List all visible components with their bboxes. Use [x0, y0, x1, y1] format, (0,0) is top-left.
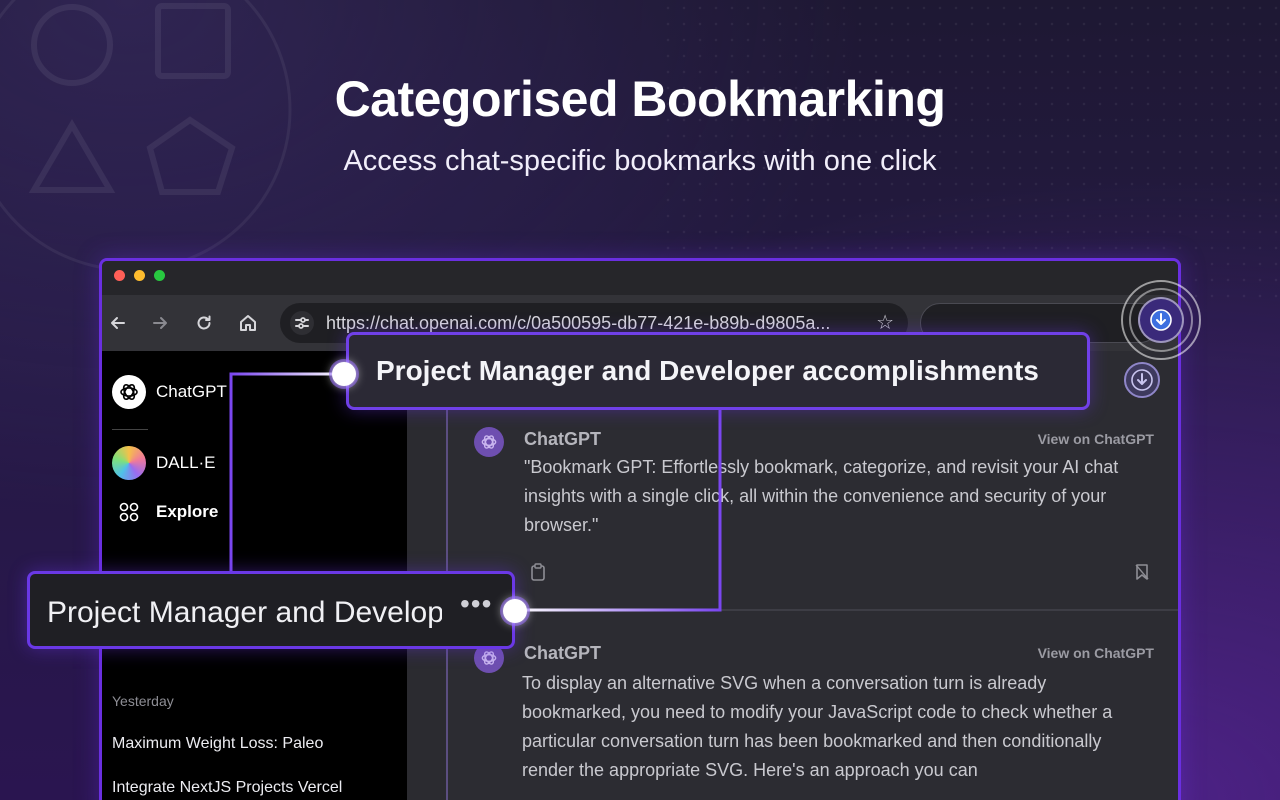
- close-window-button[interactable]: [114, 270, 125, 281]
- sidebar-item-chatgpt[interactable]: ChatGPT: [112, 375, 227, 409]
- extension-ring-inner: [1129, 288, 1193, 352]
- sidebar-chat-item[interactable]: Maximum Weight Loss: Paleo: [112, 735, 402, 753]
- maximize-window-button[interactable]: [154, 270, 165, 281]
- hero-title: Categorised Bookmarking: [334, 71, 946, 127]
- sidebar-divider: [112, 429, 148, 430]
- message-author: ChatGPT: [524, 429, 602, 449]
- reload-button[interactable]: [190, 309, 218, 337]
- extension-button[interactable]: [1138, 297, 1184, 343]
- category-name: Project Manager and Developer accomplish…: [47, 596, 442, 629]
- message-text: "Bookmark GPT: Effortlessly bookmark, ca…: [524, 457, 1119, 535]
- download-circle-icon: [1131, 369, 1153, 391]
- download-circle-icon: [1150, 309, 1172, 331]
- sidebar-item-dalle[interactable]: DALL·E: [112, 446, 216, 480]
- clipboard-icon[interactable]: [530, 563, 546, 586]
- reload-icon: [197, 315, 211, 330]
- message-text: To display an alternative SVG when a con…: [522, 673, 1113, 780]
- grid-icon: [119, 502, 139, 522]
- sidebar-item-label: ChatGPT: [156, 382, 227, 401]
- openai-logo-icon: [112, 375, 146, 409]
- tune-icon[interactable]: [290, 311, 314, 335]
- sidebar-section-yesterday: Yesterday: [112, 693, 174, 709]
- dalle-icon: [112, 446, 146, 480]
- home-button[interactable]: [234, 309, 262, 337]
- sidebar-chat-item[interactable]: Integrate NextJS Projects Vercel: [112, 779, 402, 797]
- message-author: ChatGPT: [524, 643, 602, 663]
- entry-divider: [448, 609, 1178, 611]
- connector-dot: [332, 362, 356, 386]
- panel-download-button[interactable]: [1124, 362, 1160, 398]
- arrow-left-icon: [111, 317, 125, 329]
- home-icon: [240, 315, 256, 331]
- sidebar-item-label: Explore: [156, 502, 219, 521]
- minimize-window-button[interactable]: [134, 270, 145, 281]
- hero-subtitle: Access chat-specific bookmarks with one …: [343, 145, 937, 177]
- category-title-callout: Project Manager and Developer accomplish…: [346, 332, 1090, 410]
- view-on-chatgpt-link[interactable]: View on ChatGPT: [1038, 431, 1154, 447]
- arrow-right-icon: [153, 317, 167, 329]
- view-on-chatgpt-link[interactable]: View on ChatGPT: [1038, 645, 1154, 661]
- connector-dot: [503, 599, 527, 623]
- chatgpt-avatar-icon: [474, 427, 504, 457]
- more-options-icon[interactable]: •••: [460, 588, 492, 620]
- forward-button[interactable]: [146, 309, 174, 337]
- bookmarks-panel: ChatGPT View on ChatGPT "Bookmark GPT: E…: [446, 351, 1178, 800]
- bookmark-icon[interactable]: [1134, 563, 1150, 586]
- category-list-item[interactable]: Project Manager and Developer accomplish…: [27, 571, 515, 649]
- sidebar-item-explore[interactable]: Explore: [118, 501, 218, 523]
- sidebar-item-label: DALL·E: [156, 453, 216, 472]
- extension-ring: [1121, 280, 1201, 360]
- back-button[interactable]: [104, 309, 132, 337]
- browser-titlebar: [102, 261, 1178, 295]
- url-text[interactable]: https://chat.openai.com/c/0a500595-db77-…: [326, 313, 856, 334]
